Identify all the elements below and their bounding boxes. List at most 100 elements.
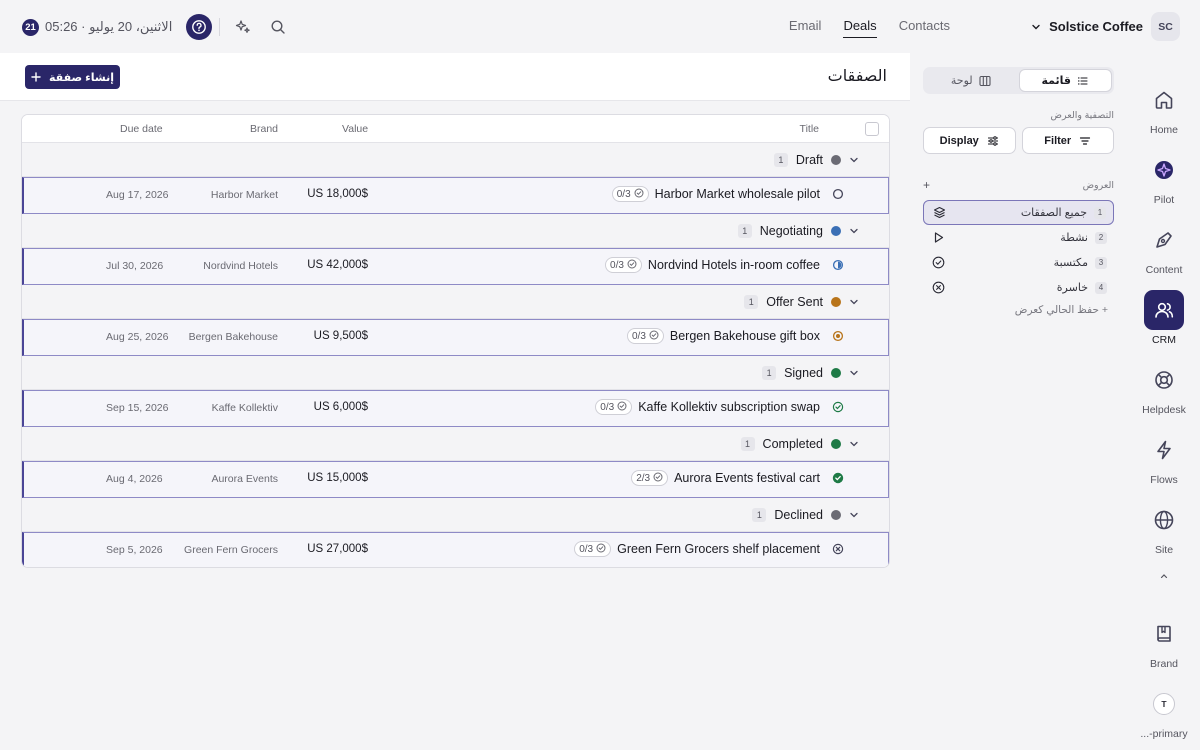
group-header-negotiating[interactable]: Negotiating 1: [22, 214, 889, 248]
subtask-progress[interactable]: 0/3: [595, 399, 633, 415]
group-header-content: Declined 1: [752, 498, 859, 532]
column-brand[interactable]: Brand: [250, 123, 278, 135]
select-all-checkbox[interactable]: [865, 122, 879, 136]
group-header-offer-sent[interactable]: Offer Sent 1: [22, 285, 889, 319]
deal-title[interactable]: Harbor Market wholesale pilot: [655, 187, 820, 201]
group-header-content: Offer Sent 1: [744, 285, 859, 319]
nav-contacts[interactable]: Contacts: [899, 18, 950, 38]
nav-email[interactable]: Email: [789, 18, 822, 38]
subtask-progress[interactable]: 0/3: [611, 186, 649, 202]
empty-circle-icon[interactable]: [832, 188, 844, 200]
rail-icon-wrap: [1144, 360, 1184, 400]
group-count: 1: [737, 224, 752, 238]
chevron-down-icon[interactable]: [849, 510, 859, 520]
column-due-date[interactable]: Due date: [120, 123, 163, 135]
check-filled-icon[interactable]: [832, 472, 844, 484]
deal-brand: Green Fern Grocers: [184, 544, 278, 556]
table-row[interactable]: Jul 30, 2026 Nordvind Hotels $US 42,000 0/3…: [22, 248, 889, 285]
filter-display-row: Filter Display: [923, 127, 1114, 154]
group-count: 1: [773, 153, 788, 167]
rail-collapse-button[interactable]: [1156, 568, 1172, 584]
deal-title-wrap: 0/3 Kaffe Kollektiv subscription swap: [595, 399, 820, 415]
chevron-down-icon[interactable]: [849, 155, 859, 165]
group-header-completed[interactable]: Completed 1: [22, 427, 889, 461]
rail-item-flows[interactable]: Flows: [1128, 430, 1200, 486]
x-circle-icon[interactable]: [832, 543, 844, 555]
subtask-progress[interactable]: 0/3: [574, 541, 612, 557]
rail-item-content[interactable]: Content: [1128, 220, 1200, 276]
rail-item-site[interactable]: Site: [1128, 500, 1200, 556]
home-icon: [1153, 89, 1175, 111]
table-row[interactable]: Sep 15, 2026 Kaffe Kollektiv $US 6,000 0/3 K…: [22, 390, 889, 427]
group-header-signed[interactable]: Signed 1: [22, 356, 889, 390]
org-switcher[interactable]: Solstice Coffee SC: [1031, 12, 1180, 41]
deal-title[interactable]: Nordvind Hotels in-room coffee: [648, 258, 820, 272]
org-avatar[interactable]: SC: [1151, 12, 1180, 41]
half-circle-icon[interactable]: [832, 259, 844, 271]
view-item[interactable]: 3 مكتسبة: [923, 250, 1114, 275]
filter-button[interactable]: Filter: [1021, 127, 1114, 154]
column-title[interactable]: Title: [800, 123, 819, 135]
rail-item-pilot[interactable]: Pilot: [1128, 150, 1200, 206]
play-icon: [930, 231, 946, 244]
group-name: Completed: [762, 437, 823, 451]
deal-title[interactable]: Aurora Events festival cart: [674, 471, 820, 485]
check-circle-icon: [649, 330, 659, 343]
table-row[interactable]: Aug 25, 2026 Bergen Bakehouse $US 9,500 0/3…: [22, 319, 889, 356]
view-item[interactable]: 2 نشطة: [923, 225, 1114, 250]
subtask-count: 0/3: [616, 188, 631, 200]
group-color-dot: [831, 226, 841, 236]
calendar-day-badge[interactable]: 21: [22, 18, 39, 36]
deal-title[interactable]: Kaffe Kollektiv subscription swap: [638, 400, 820, 414]
view-item[interactable]: 4 خاسرة: [923, 275, 1114, 300]
check-outline-icon[interactable]: [832, 401, 844, 413]
list-view-toggle[interactable]: قائمة: [1018, 69, 1112, 92]
deal-value: $US 27,000: [307, 543, 368, 555]
save-view-button[interactable]: + حفظ الحالي كعرض: [923, 304, 1114, 316]
rail-label: ...-primary: [1140, 728, 1188, 740]
subtask-progress[interactable]: 0/3: [605, 257, 642, 273]
avatar: T: [1153, 693, 1175, 715]
deal-title-wrap: 0/3 Nordvind Hotels in-room coffee: [605, 257, 820, 273]
dot-circle-icon[interactable]: [832, 330, 844, 342]
rail-item-brand[interactable]: Brand: [1128, 614, 1200, 670]
create-deal-button[interactable]: إنشاء صفقة: [25, 65, 120, 89]
pen-icon: [1153, 229, 1175, 251]
board-view-label: لوحة: [950, 75, 973, 87]
chevron-down-icon[interactable]: [849, 368, 859, 378]
view-item[interactable]: 1 جميع الصفقات: [923, 200, 1114, 225]
display-button[interactable]: Display: [923, 127, 1016, 154]
rail-item-primary[interactable]: T ...-primary: [1128, 684, 1200, 740]
nav-deals[interactable]: Deals: [843, 18, 877, 38]
group-header-draft[interactable]: Draft 1: [22, 143, 889, 177]
chevron-down-icon[interactable]: [849, 439, 859, 449]
org-name: Solstice Coffee: [1049, 19, 1143, 34]
check-circle-icon: [634, 188, 644, 201]
table-row[interactable]: Aug 17, 2026 Harbor Market $US 18,000 0/3 Ha…: [22, 177, 889, 214]
rail-icon-wrap: T: [1144, 684, 1184, 724]
deal-title[interactable]: Bergen Bakehouse gift box: [670, 329, 820, 343]
chevron-down-icon[interactable]: [849, 297, 859, 307]
rail-item-crm[interactable]: CRM: [1128, 290, 1200, 346]
search-button[interactable]: [267, 16, 289, 38]
deal-brand: Aurora Events: [211, 473, 278, 485]
board-view-toggle[interactable]: لوحة: [925, 69, 1017, 92]
group-header-declined[interactable]: Declined 1: [22, 498, 889, 532]
table-row[interactable]: Aug 4, 2026 Aurora Events $US 15,000 2/3 Aur…: [22, 461, 889, 498]
chevron-down-icon[interactable]: [849, 226, 859, 236]
help-button[interactable]: [186, 14, 213, 40]
column-value[interactable]: Value: [342, 123, 368, 135]
book-icon: [1153, 623, 1175, 645]
subtask-progress[interactable]: 0/3: [626, 328, 664, 344]
list-view-label: قائمة: [1041, 75, 1072, 87]
deal-due-date: Aug 17, 2026: [106, 189, 169, 201]
rail-item-home[interactable]: Home: [1128, 80, 1200, 136]
subtask-progress[interactable]: 2/3: [631, 470, 669, 486]
add-view-button[interactable]: +: [923, 178, 930, 192]
deal-title[interactable]: Green Fern Grocers shelf placement: [617, 542, 820, 556]
ai-sparkle-button[interactable]: [232, 16, 254, 38]
rail-item-helpdesk[interactable]: Helpdesk: [1128, 360, 1200, 416]
view-toggle: قائمة لوحة: [923, 67, 1114, 94]
table-row[interactable]: Sep 5, 2026 Green Fern Grocers $US 27,000 0…: [22, 532, 889, 567]
search-icon: [271, 20, 286, 34]
